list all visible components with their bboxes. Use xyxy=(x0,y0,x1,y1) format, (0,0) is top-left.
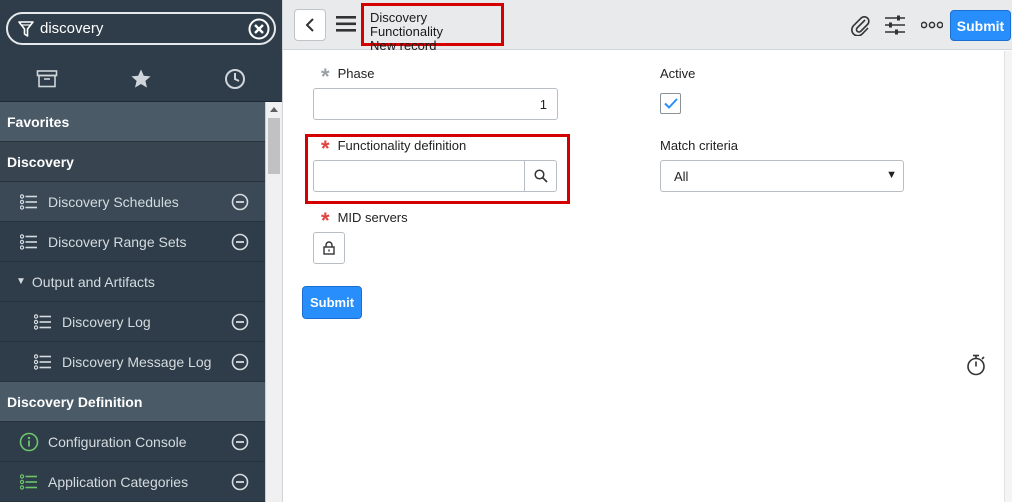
settings-sliders-icon[interactable] xyxy=(884,14,906,36)
required-asterisk-icon: * xyxy=(321,135,330,161)
nav-item-configuration-console[interactable]: Configuration Console xyxy=(0,422,265,462)
navigator-tabs xyxy=(0,56,282,102)
lock-icon xyxy=(323,241,335,255)
mid-servers-label: * MID servers xyxy=(321,207,408,233)
section-discovery[interactable]: Discovery xyxy=(0,142,265,182)
functionality-definition-label-text: Functionality definition xyxy=(337,138,467,153)
search-icon xyxy=(533,169,548,183)
navigator-list: Favorites Discovery Discovery Schedules xyxy=(0,102,265,502)
required-asterisk-icon: * xyxy=(321,207,330,233)
list-icon xyxy=(20,193,37,210)
archive-icon xyxy=(36,69,58,87)
filter-icon xyxy=(18,20,34,37)
nav-group-output-and-artifacts[interactable]: ▼ Output and Artifacts xyxy=(0,262,265,302)
hamburger-menu-icon[interactable] xyxy=(336,15,356,33)
lookup-button[interactable] xyxy=(524,160,557,192)
nav-item-discovery-log[interactable]: Discovery Log xyxy=(0,302,265,342)
phase-input[interactable]: 1 xyxy=(313,88,558,120)
list-icon xyxy=(34,353,51,370)
scrollbar-thumb[interactable] xyxy=(268,118,280,174)
filter-text[interactable]: discovery xyxy=(40,20,248,37)
functionality-definition-input[interactable] xyxy=(313,160,525,192)
submit-button-header[interactable]: Submit xyxy=(950,10,1011,41)
tab-all-applications[interactable] xyxy=(0,56,94,101)
main-scrollbar[interactable] xyxy=(1004,51,1012,502)
nav-item-label: Configuration Console xyxy=(48,433,187,450)
record-form: * Phase 1 * Functionality definition * M… xyxy=(283,51,1012,502)
section-label: Discovery xyxy=(7,153,74,170)
back-button[interactable] xyxy=(294,9,326,41)
remove-favorite-icon[interactable] xyxy=(231,353,249,371)
more-options-icon[interactable] xyxy=(921,21,943,29)
nav-group-label: Output and Artifacts xyxy=(31,273,155,290)
list-icon xyxy=(34,313,51,330)
section-label: Favorites xyxy=(7,113,70,130)
tab-history[interactable] xyxy=(188,56,282,101)
remove-favorite-icon[interactable] xyxy=(231,233,249,251)
filter-area: discovery xyxy=(0,0,282,56)
mid-servers-label-text: MID servers xyxy=(337,210,408,225)
remove-favorite-icon[interactable] xyxy=(231,313,249,331)
form-title: Discovery Functionality xyxy=(370,10,443,39)
functionality-definition-label: * Functionality definition xyxy=(321,135,467,161)
remove-favorite-icon[interactable] xyxy=(231,473,249,491)
chevron-left-icon xyxy=(305,18,314,32)
match-criteria-label: Match criteria xyxy=(660,138,739,153)
match-criteria-value: All xyxy=(674,168,689,184)
phase-label: * Phase xyxy=(321,63,375,89)
list-icon xyxy=(20,233,37,250)
nav-item-discovery-range-sets[interactable]: Discovery Range Sets xyxy=(0,222,265,262)
filter-navigator-input[interactable]: discovery xyxy=(6,12,276,45)
section-favorites[interactable]: Favorites xyxy=(0,102,265,142)
section-discovery-definition[interactable]: Discovery Definition xyxy=(0,382,265,422)
nav-item-label: Discovery Message Log xyxy=(62,353,212,370)
remove-favorite-icon[interactable] xyxy=(231,433,249,451)
form-title-highlight: Discovery Functionality New record xyxy=(361,3,504,53)
dropdown-arrow-icon: ▼ xyxy=(886,169,897,181)
nav-item-label: Discovery Log xyxy=(62,313,151,330)
checkmark-icon xyxy=(663,98,678,109)
scroll-up-arrow-icon[interactable] xyxy=(266,102,282,116)
clear-filter-icon[interactable] xyxy=(248,18,270,40)
navigator-sidebar: discovery Favorites Discovery Discovery … xyxy=(0,0,282,502)
remove-favorite-icon[interactable] xyxy=(231,193,249,211)
form-main: Discovery Functionality New record Submi… xyxy=(282,0,1012,502)
nav-item-discovery-message-log[interactable]: Discovery Message Log xyxy=(0,342,265,382)
info-circle-icon xyxy=(19,432,39,451)
list-icon xyxy=(20,473,37,490)
phase-label-text: Phase xyxy=(337,66,375,81)
stopwatch-icon[interactable] xyxy=(966,354,986,376)
unlock-mid-servers-button[interactable] xyxy=(313,232,345,264)
active-label: Active xyxy=(660,66,696,81)
sidebar-scrollbar[interactable] xyxy=(265,102,282,502)
optional-asterisk-icon: * xyxy=(321,63,330,89)
nav-item-label: Discovery Range Sets xyxy=(48,233,187,250)
nav-item-application-categories[interactable]: Application Categories xyxy=(0,462,265,502)
nav-item-discovery-schedules[interactable]: Discovery Schedules xyxy=(0,182,265,222)
tab-favorites[interactable] xyxy=(94,56,188,101)
paperclip-icon[interactable] xyxy=(849,14,871,36)
section-label: Discovery Definition xyxy=(7,393,143,410)
active-checkbox[interactable] xyxy=(660,93,681,114)
caret-down-icon: ▼ xyxy=(16,276,26,287)
nav-item-label: Discovery Schedules xyxy=(48,193,179,210)
submit-button-form[interactable]: Submit xyxy=(302,286,362,319)
form-header: Discovery Functionality New record Submi… xyxy=(283,0,1012,53)
star-icon xyxy=(131,69,151,88)
nav-item-label: Application Categories xyxy=(48,473,189,490)
clock-icon xyxy=(225,68,245,89)
match-criteria-select[interactable]: All ▼ xyxy=(660,160,904,192)
